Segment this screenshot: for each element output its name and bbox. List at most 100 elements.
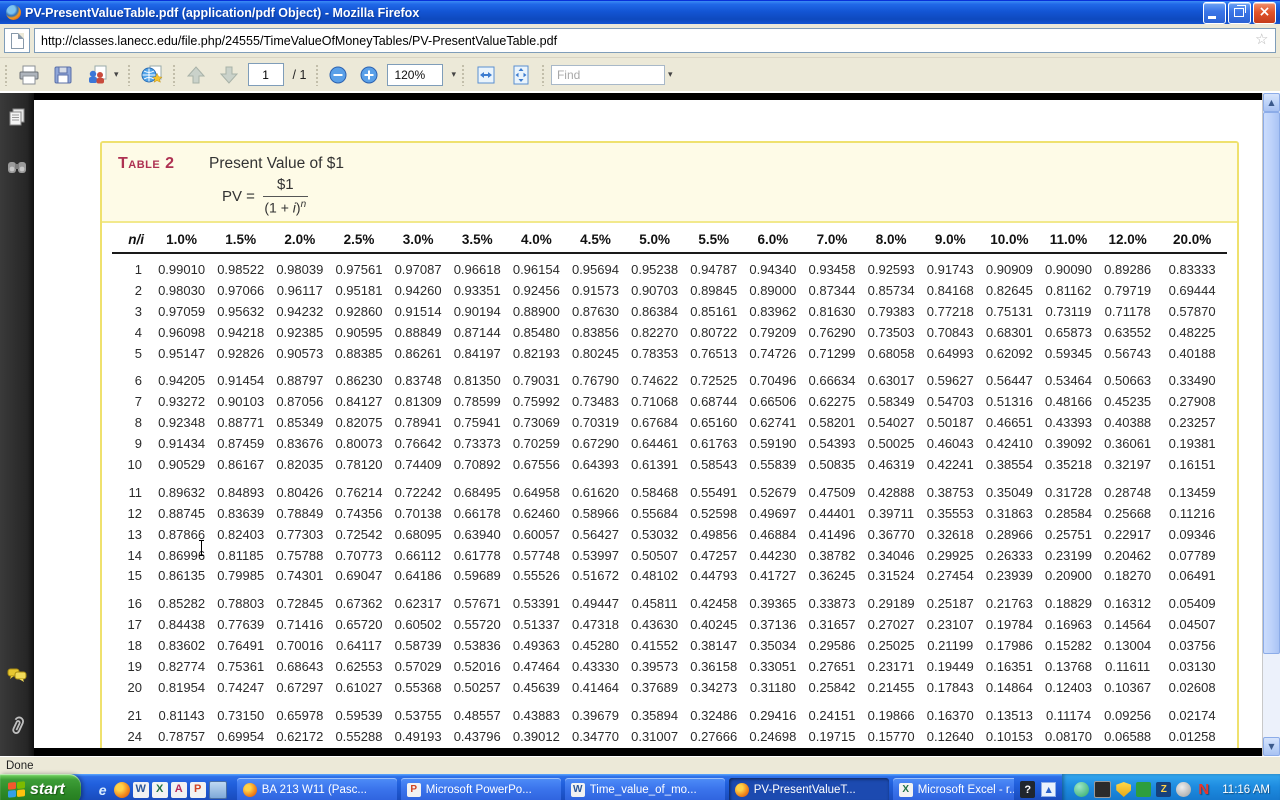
- minimize-button[interactable]: [1203, 1, 1226, 24]
- table-cell: 0.19866: [867, 707, 915, 723]
- access-icon[interactable]: A: [170, 781, 187, 798]
- table-cell: 0.83748: [394, 373, 442, 389]
- table-cell: 0.87056: [276, 394, 324, 410]
- task-button[interactable]: X Microsoft Excel - r...: [892, 777, 1015, 800]
- fit-width-button[interactable]: [471, 61, 501, 89]
- pdf-viewer: Table 2 Present Value of $1 PV = $1 (1 +…: [0, 92, 1280, 756]
- attachments-panel-icon[interactable]: [7, 715, 27, 742]
- table-cell: 0.31728: [1045, 484, 1093, 500]
- table-cell: 0.94260: [394, 282, 442, 298]
- page-number-input[interactable]: [247, 63, 284, 86]
- taskbar-clock[interactable]: 11:16 AM: [1222, 784, 1270, 796]
- table-cell: 0.95632: [217, 303, 265, 319]
- table-cell: 0.84893: [217, 484, 265, 500]
- scroll-down-button[interactable]: ▼: [1263, 737, 1280, 756]
- pages-panel-icon[interactable]: [7, 107, 27, 132]
- table-cell: 0.67297: [276, 679, 324, 695]
- security-shield-icon[interactable]: [1116, 782, 1132, 797]
- table-cell: 0.97561: [335, 262, 383, 277]
- table-cell: 0.29586: [808, 638, 856, 654]
- powerpoint-icon[interactable]: P: [189, 781, 206, 798]
- task-button[interactable]: BA 213 W11 (Pasc...: [236, 777, 397, 800]
- vertical-scrollbar[interactable]: ▲ ▼: [1262, 93, 1280, 756]
- table-cell: 0.74409: [394, 457, 442, 473]
- table-cell: 0.59539: [335, 707, 383, 723]
- table-cell: 0.92385: [276, 324, 324, 340]
- url-input[interactable]: [34, 28, 1276, 53]
- table-cell: 0.50835: [808, 457, 856, 473]
- table-cell: 0.74726: [749, 345, 797, 361]
- table-cell: 0.96117: [276, 282, 323, 298]
- device-icon[interactable]: [1094, 781, 1112, 798]
- zone-icon[interactable]: Z: [1156, 782, 1172, 797]
- fit-page-button[interactable]: [506, 61, 536, 89]
- excel-icon[interactable]: X: [151, 781, 168, 798]
- table-cell: 0.96618: [453, 262, 501, 277]
- task-button[interactable]: W Time_value_of_mo...: [564, 777, 725, 800]
- collaborate-button[interactable]: ▾: [82, 61, 122, 89]
- search-panel-icon[interactable]: [6, 158, 28, 181]
- bookmark-star-icon[interactable]: ☆: [1255, 32, 1270, 47]
- table-cell: 0.33873: [808, 596, 856, 612]
- table-cell: 0.85161: [690, 303, 738, 319]
- task-button[interactable]: PV-PresentValueT...: [728, 777, 889, 800]
- restore-button[interactable]: [1228, 1, 1251, 24]
- title-bar[interactable]: PV-PresentValueTable.pdf (application/pd…: [0, 0, 1280, 24]
- task-button-label: Microsoft PowerPo...: [425, 783, 532, 796]
- table-cell: 0.82403: [217, 526, 265, 542]
- find-dropdown-arrow-icon[interactable]: ▾: [668, 70, 673, 80]
- upload-button[interactable]: [137, 61, 167, 89]
- firefox-icon[interactable]: [113, 781, 130, 798]
- print-button[interactable]: [14, 61, 44, 89]
- table-cell: 0.10367: [1104, 679, 1152, 695]
- table-cell: 0.90703: [631, 282, 679, 298]
- expand-tray-icon[interactable]: ▲: [1041, 782, 1057, 797]
- zoom-in-button[interactable]: [356, 61, 382, 89]
- zoom-dropdown-arrow-icon[interactable]: ▾: [451, 70, 456, 80]
- period-cell: 3: [134, 303, 142, 319]
- table-cell: 0.02608: [1168, 679, 1216, 695]
- table-cell: 0.15770: [867, 728, 915, 744]
- zoom-level-select[interactable]: 120%: [387, 63, 444, 86]
- internet-explorer-icon[interactable]: e: [95, 782, 111, 798]
- show-desktop-icon[interactable]: [208, 780, 227, 799]
- table-cell: 0.27027: [867, 617, 915, 633]
- table-cell: 0.74247: [217, 679, 265, 695]
- table-cell: 0.19449: [926, 659, 974, 675]
- period-cell: 15: [127, 568, 142, 584]
- table-cell: 0.80245: [571, 345, 619, 361]
- find-input[interactable]: [550, 64, 665, 85]
- table-cell: 0.88385: [335, 345, 383, 361]
- volume-icon[interactable]: [1176, 782, 1192, 797]
- close-button[interactable]: ×: [1253, 1, 1276, 24]
- table-cell: 0.25025: [867, 638, 915, 654]
- help-icon[interactable]: ?: [1020, 781, 1036, 798]
- scroll-up-button[interactable]: ▲: [1263, 93, 1280, 112]
- table-cell: 0.81185: [217, 547, 264, 563]
- scrollbar-track[interactable]: [1263, 654, 1280, 737]
- next-page-button[interactable]: [215, 61, 243, 89]
- period-cell: 11: [128, 484, 143, 500]
- messenger-icon[interactable]: [1074, 782, 1090, 797]
- table-cell: 0.86261: [394, 345, 442, 361]
- previous-page-button[interactable]: [182, 61, 210, 89]
- scrollbar-thumb[interactable]: [1263, 112, 1280, 654]
- table-cell: 0.17843: [926, 679, 974, 695]
- table-cell: 0.79719: [1104, 282, 1152, 298]
- comments-panel-icon[interactable]: [6, 666, 28, 689]
- antivirus-icon[interactable]: [1136, 782, 1152, 797]
- table-cell: 0.90194: [453, 303, 501, 319]
- table-cell: 0.31524: [867, 568, 915, 584]
- table-cell: 0.58201: [808, 415, 856, 431]
- word-icon[interactable]: W: [132, 781, 149, 798]
- table-cell: 0.72845: [276, 596, 324, 612]
- save-button[interactable]: [49, 61, 77, 89]
- table-cell: 0.71299: [808, 345, 856, 361]
- status-bar: Done: [0, 756, 1280, 774]
- norton-icon[interactable]: N: [1196, 781, 1211, 798]
- zoom-out-button[interactable]: [325, 61, 351, 89]
- table-cell: 0.88900: [512, 303, 560, 319]
- task-button[interactable]: P Microsoft PowerPo...: [400, 777, 561, 800]
- start-button[interactable]: start: [0, 774, 81, 800]
- table-cell: 0.47318: [571, 617, 619, 633]
